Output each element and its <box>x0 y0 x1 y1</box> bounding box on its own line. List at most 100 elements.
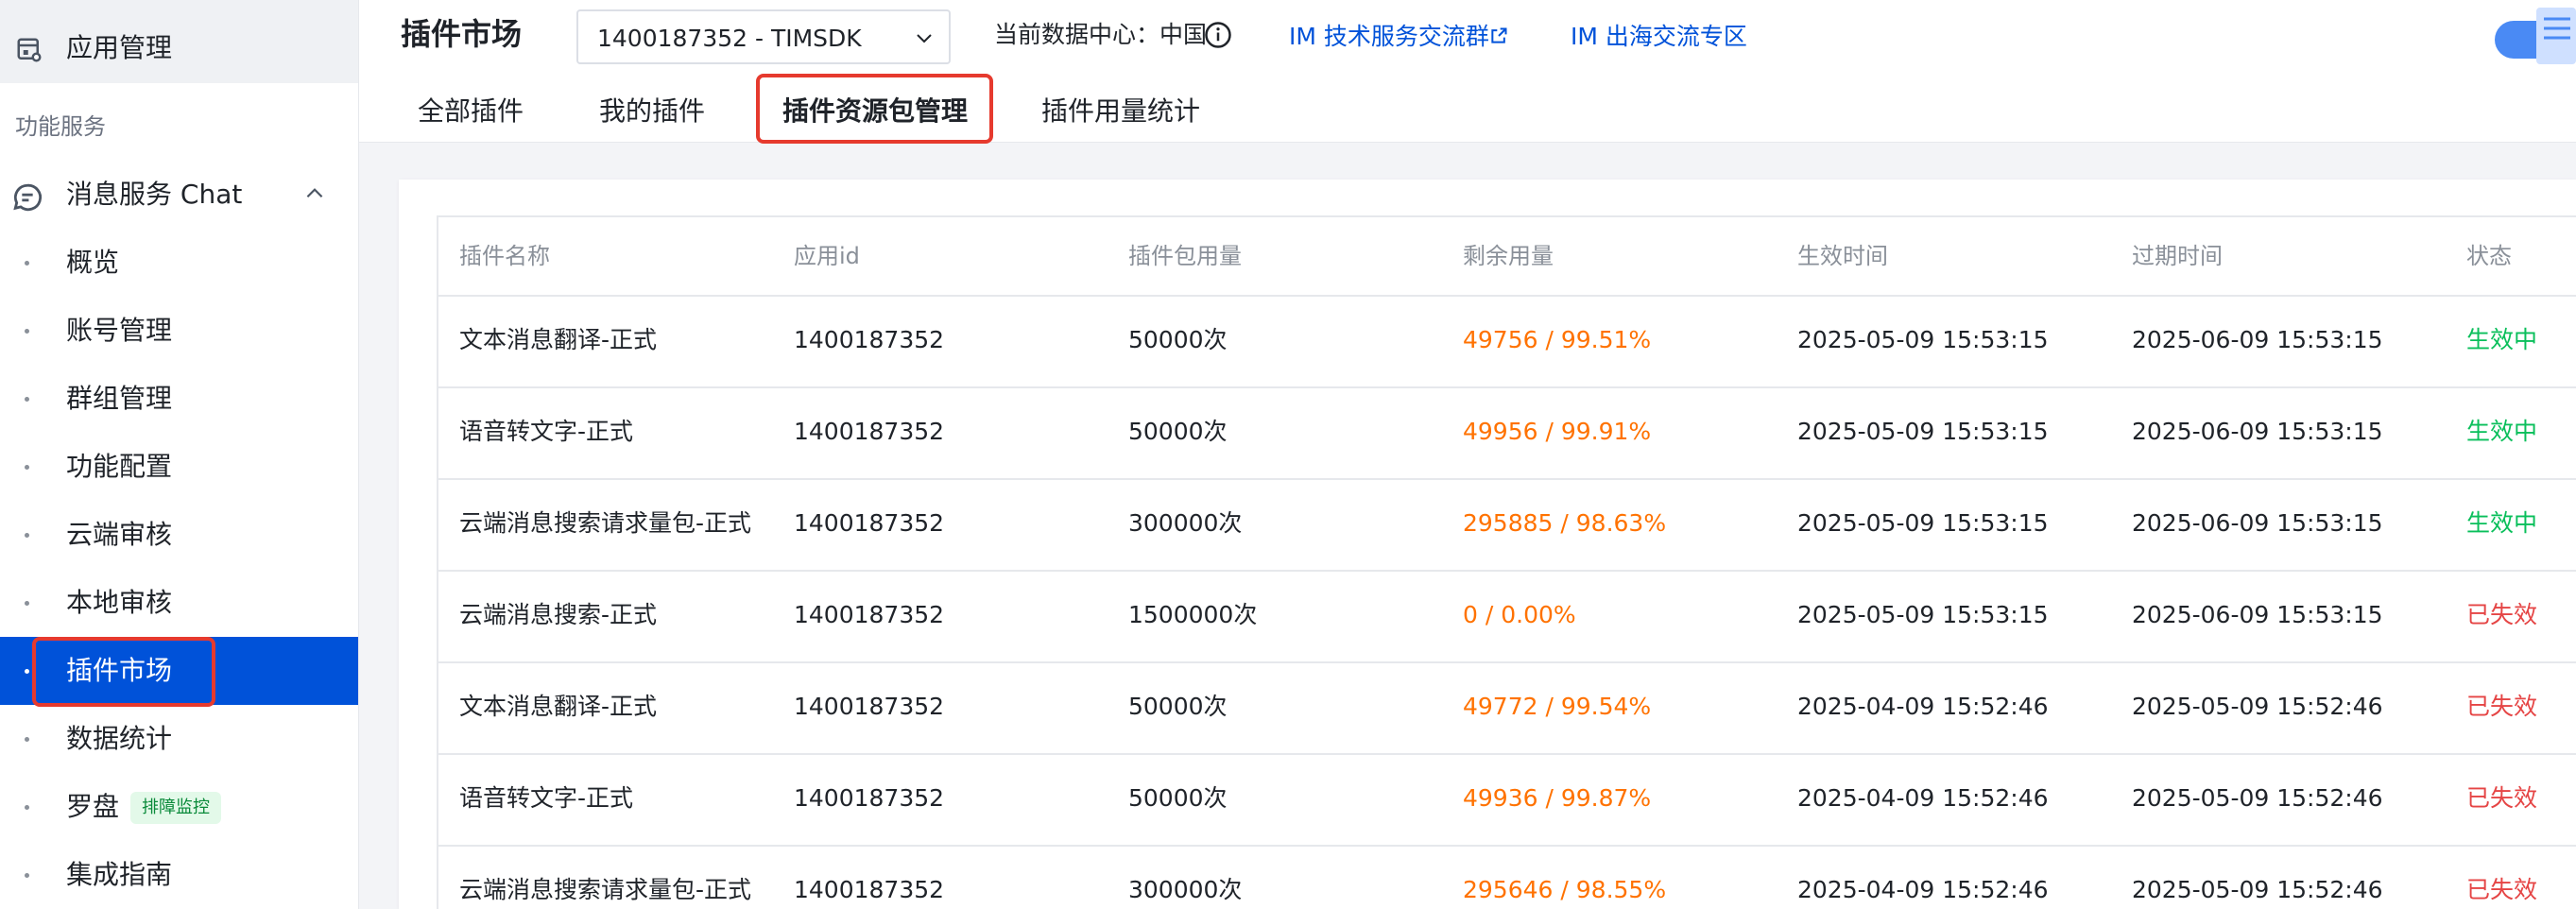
cell-remaining: 0 / 0.00% <box>1463 601 1576 628</box>
bullet-dot <box>25 873 29 878</box>
sidebar-item-label: 集成指南 <box>66 859 173 890</box>
cell-app-id: 1400187352 <box>794 693 945 720</box>
sidebar-item-label: 功能配置 <box>66 451 173 482</box>
sidebar-item-label: 概览 <box>66 247 120 278</box>
sidebar-item-cloud-review[interactable]: 云端审核 <box>0 501 358 569</box>
tab-all-plugins[interactable]: 全部插件 <box>418 91 524 132</box>
bullet-dot <box>25 465 29 470</box>
page-title: 插件市场 <box>401 16 523 52</box>
chevron-down-icon <box>917 34 932 43</box>
column-header: 剩余用量 <box>1463 243 1554 269</box>
table-row: 云端消息搜索请求量包-正式 1400187352 300000次 295646 … <box>438 845 2576 909</box>
chat-bubble-icon <box>13 183 43 212</box>
cell-app-id: 1400187352 <box>794 326 945 353</box>
tab-usage-statistics[interactable]: 插件用量统计 <box>1041 91 1200 132</box>
app-management-label: 应用管理 <box>66 32 173 63</box>
tech-group-link[interactable]: IM 技术服务交流群 <box>1289 21 1489 53</box>
sidebar-item-integration-guide[interactable]: 集成指南 <box>0 841 358 909</box>
tab-resource-packages[interactable]: 插件资源包管理 <box>782 91 968 132</box>
cell-app-id: 1400187352 <box>794 509 945 537</box>
column-header: 状态 <box>2466 243 2512 269</box>
cell-plugin-name: 文本消息翻译-正式 <box>459 326 658 353</box>
sidebar-item-label: 账号管理 <box>66 315 173 346</box>
column-header: 应用id <box>794 243 860 269</box>
resource-package-table: 插件名称 应用id 插件包用量 剩余用量 生效时间 过期时间 状态 文本消息翻译… <box>437 215 2576 909</box>
table-row: 云端消息搜索-正式 1400187352 1500000次 0 / 0.00% … <box>438 570 2576 663</box>
sidebar-item-accounts[interactable]: 账号管理 <box>0 297 358 365</box>
bullet-dot <box>25 261 29 266</box>
cell-plugin-name: 云端消息搜索请求量包-正式 <box>459 876 752 903</box>
bullet-dot <box>25 329 29 334</box>
cell-app-id: 1400187352 <box>794 418 945 445</box>
cell-app-id: 1400187352 <box>794 784 945 812</box>
sidebar-item-label: 罗盘 <box>66 791 120 822</box>
cell-plugin-name: 语音转文字-正式 <box>459 418 634 445</box>
cell-start-time: 2025-05-09 15:53:15 <box>1797 418 2049 445</box>
cell-remaining: 49936 / 99.87% <box>1463 784 1652 812</box>
cell-end-time: 2025-05-09 15:52:46 <box>2132 784 2383 812</box>
cell-quota: 50000次 <box>1128 418 1228 445</box>
cell-end-time: 2025-06-09 15:53:15 <box>2132 418 2383 445</box>
cell-end-time: 2025-06-09 15:53:15 <box>2132 326 2383 353</box>
info-icon[interactable] <box>1204 21 1232 49</box>
cell-quota: 1500000次 <box>1128 601 1258 628</box>
header: 插件市场 1400187352 - TIMSDK 当前数据中心：中国 IM 技术… <box>359 0 2576 143</box>
cell-quota: 300000次 <box>1128 509 1243 537</box>
sidebar-item-statistics[interactable]: 数据统计 <box>0 705 358 773</box>
cell-remaining: 49956 / 99.91% <box>1463 418 1652 445</box>
cell-remaining: 295885 / 98.63% <box>1463 509 1667 537</box>
bullet-dot <box>25 533 29 538</box>
sidebar-item-compass[interactable]: 罗盘 排障监控 <box>0 773 358 841</box>
table-header: 插件名称 应用id 插件包用量 剩余用量 生效时间 过期时间 状态 <box>438 217 2576 297</box>
sidebar-item-config[interactable]: 功能配置 <box>0 433 358 501</box>
cell-start-time: 2025-04-09 15:52:46 <box>1797 693 2049 720</box>
bullet-dot <box>25 737 29 742</box>
cell-remaining: 49756 / 99.51% <box>1463 326 1652 353</box>
section-title: 功能服务 <box>15 113 106 140</box>
cell-status: 生效中 <box>2466 509 2538 537</box>
sidebar-item-groups[interactable]: 群组管理 <box>0 365 358 433</box>
chevron-up-icon[interactable] <box>302 181 327 206</box>
cell-end-time: 2025-06-09 15:53:15 <box>2132 601 2383 628</box>
column-header: 生效时间 <box>1797 243 1888 269</box>
datacenter-label: 当前数据中心：中国 <box>994 21 1208 48</box>
cell-plugin-name: 文本消息翻译-正式 <box>459 693 658 720</box>
app-management-item[interactable]: 应用管理 <box>0 0 358 83</box>
sidebar-item-overview[interactable]: 概览 <box>0 229 358 297</box>
column-header: 过期时间 <box>2132 243 2223 269</box>
overseas-zone-link[interactable]: IM 出海交流专区 <box>1571 21 1747 53</box>
tab-my-plugins[interactable]: 我的插件 <box>599 91 705 132</box>
app-select-value: 1400187352 - TIMSDK <box>597 25 862 52</box>
sidebar-item-label: 数据统计 <box>66 723 173 754</box>
bullet-dot <box>25 601 29 606</box>
bullet-dot <box>25 397 29 402</box>
assistant-widget-icon[interactable] <box>2495 8 2576 64</box>
cell-end-time: 2025-05-09 15:52:46 <box>2132 693 2383 720</box>
cell-status: 已失效 <box>2466 601 2538 628</box>
external-link-icon <box>1491 27 1507 43</box>
table-row: 云端消息搜索请求量包-正式 1400187352 300000次 295885 … <box>438 478 2576 572</box>
cell-quota: 50000次 <box>1128 693 1228 720</box>
sidebar-item-label: 插件市场 <box>66 655 173 686</box>
cell-status: 生效中 <box>2466 418 2538 445</box>
cell-status: 已失效 <box>2466 784 2538 812</box>
cell-status: 已失效 <box>2466 876 2538 903</box>
column-header: 插件名称 <box>459 243 550 269</box>
cell-start-time: 2025-05-09 15:53:15 <box>1797 601 2049 628</box>
troubleshoot-badge: 排障监控 <box>130 792 221 824</box>
sidebar-item-local-review[interactable]: 本地审核 <box>0 569 358 637</box>
sidebar-item-label: 本地审核 <box>66 587 173 618</box>
cell-end-time: 2025-06-09 15:53:15 <box>2132 509 2383 537</box>
table-row: 文本消息翻译-正式 1400187352 50000次 49756 / 99.5… <box>438 295 2576 388</box>
cell-app-id: 1400187352 <box>794 876 945 903</box>
chat-service-group[interactable]: 消息服务 Chat <box>0 170 358 219</box>
cell-status: 已失效 <box>2466 693 2538 720</box>
sidebar-item-label: 群组管理 <box>66 383 173 414</box>
app-select[interactable]: 1400187352 - TIMSDK <box>576 9 951 64</box>
app-management-icon <box>17 38 42 62</box>
sidebar: 应用管理 功能服务 消息服务 Chat 概览 账号管理 群组管理 功能配置 云端… <box>0 0 359 909</box>
cell-plugin-name: 云端消息搜索请求量包-正式 <box>459 509 752 537</box>
sidebar-item-plugin-market[interactable]: 插件市场 <box>0 637 358 705</box>
table-row: 语音转文字-正式 1400187352 50000次 49936 / 99.87… <box>438 753 2576 847</box>
sidebar-item-label: 云端审核 <box>66 519 173 550</box>
